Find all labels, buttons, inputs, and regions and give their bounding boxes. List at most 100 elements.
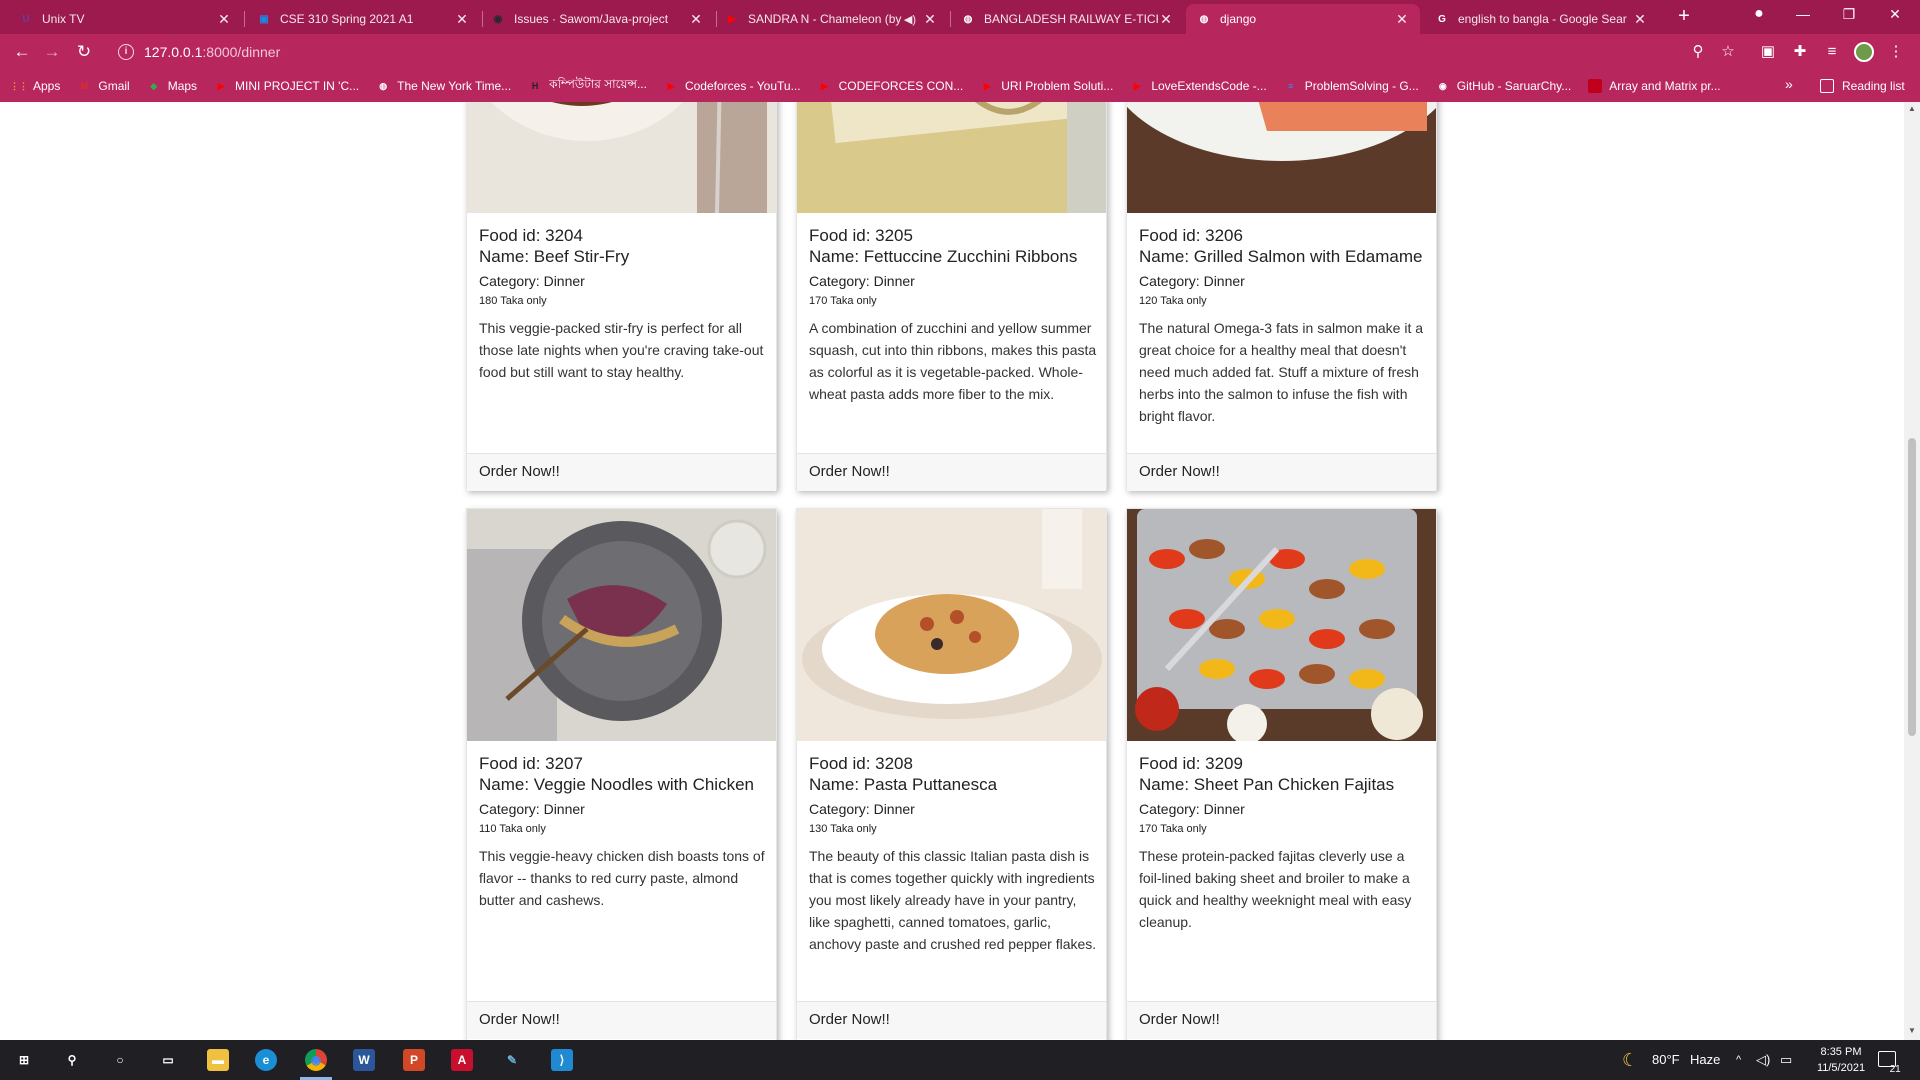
minimize-button[interactable]: — [1780, 0, 1826, 30]
tab-3[interactable]: ◉ Issues · Sawom/Java-project ✕ [480, 4, 714, 34]
bookmark-label: CODEFORCES CON... [838, 79, 964, 93]
close-tab-icon[interactable]: ✕ [216, 11, 232, 28]
taskbar-windows-start-button[interactable]: ⊞ [0, 1040, 48, 1080]
bookmark-label: Codeforces - YouTu... [684, 79, 801, 93]
bookmark-item[interactable]: Array and Matrix pr... [1588, 79, 1721, 93]
reload-button[interactable]: ↻ [72, 40, 96, 64]
url-text[interactable]: 127.0.0.1:8000/dinner [144, 44, 280, 60]
extensions-puzzle-icon[interactable]: ✚ [1788, 40, 1812, 64]
close-tab-icon[interactable]: ✕ [688, 11, 704, 28]
food-id: Food id: 3204 [479, 226, 583, 245]
weather-description[interactable]: Haze [1690, 1040, 1720, 1080]
food-id: Food id: 3207 [479, 754, 583, 773]
bookmark-item[interactable]: ▶ Codeforces - YouTu... [664, 79, 801, 93]
order-now-button[interactable]: Order Now!! [1127, 453, 1436, 491]
bookmark-label: Apps [33, 79, 61, 93]
forward-button[interactable]: → [40, 40, 64, 64]
bookmark-item[interactable]: ◍ The New York Time... [376, 79, 511, 93]
notification-count: 21 [1889, 1064, 1901, 1075]
bookmark-site-icon: H [531, 81, 539, 91]
scroll-up-arrow-icon[interactable]: ▲ [1907, 104, 1917, 113]
bookmark-item[interactable]: ≡ ProblemSolving - G... [1284, 79, 1419, 93]
bookmark-item[interactable]: ◉ GitHub - SaruarChy... [1436, 79, 1571, 93]
order-now-button[interactable]: Order Now!! [797, 1001, 1106, 1039]
bookmark-item[interactable]: ▶ CODEFORCES CON... [818, 79, 964, 93]
tab-6[interactable]: ◍ django ✕ [1186, 4, 1420, 34]
close-tab-icon[interactable]: ✕ [1632, 11, 1648, 28]
taskbar-cortana-button[interactable]: ○ [96, 1040, 144, 1080]
bookmark-item[interactable]: ▶ URI Problem Soluti... [980, 79, 1114, 93]
order-now-button[interactable]: Order Now!! [1127, 1001, 1436, 1039]
close-tab-icon[interactable]: ✕ [454, 11, 470, 28]
browser-tab-strip: U Unix TV ✕ ▣ CSE 310 Spring 2021 A1 ✕ ◉ Issues… [0, 0, 1920, 34]
bookmark-item[interactable]: ◆ Maps [147, 79, 197, 93]
globe-favicon: ◍ [1199, 13, 1209, 25]
food-category: Category: Dinner [809, 273, 915, 289]
youtube-icon: ▶ [821, 80, 829, 91]
site-info-icon[interactable]: i [118, 44, 134, 60]
taskbar-task-view-button[interactable]: ▭ [144, 1040, 192, 1080]
food-description: The beauty of this classic Italian pasta… [809, 848, 1097, 952]
taskbar-notepad-button[interactable]: ✎ [488, 1040, 536, 1080]
food-card-body: Food id: 3204 Name: Beef Stir-Fry Category… [479, 225, 769, 383]
network-icon[interactable]: ▭ [1780, 1040, 1792, 1080]
scrollbar-thumb[interactable] [1908, 438, 1916, 736]
bookmark-item[interactable]: M Gmail [77, 79, 130, 93]
food-card: Food id: 3206 Name: Grilled Salmon with E… [1126, 102, 1437, 491]
scroll-down-arrow-icon[interactable]: ▼ [1907, 1026, 1917, 1035]
chrome-profile-icon[interactable]: ● [1736, 0, 1782, 30]
profile-avatar[interactable] [1852, 40, 1876, 64]
taskbar-search-button[interactable]: ⚲ [48, 1040, 96, 1080]
close-tab-icon[interactable]: ✕ [1158, 11, 1174, 28]
bookmarks-bar: ⋮⋮ Apps M Gmail ◆ Maps ▶ MINI PROJECT IN 'C... ◍… [0, 70, 1920, 102]
system-clock[interactable]: 8:35 PM 11/5/2021 [1796, 1044, 1886, 1076]
reading-list-button[interactable]: Reading list [1820, 70, 1905, 102]
taskbar-acrobat-button[interactable]: A [438, 1040, 486, 1080]
back-button[interactable]: ← [10, 40, 34, 64]
restore-button[interactable]: ❐ [1826, 0, 1872, 30]
bookmark-item[interactable]: ▶ MINI PROJECT IN 'C... [214, 79, 360, 93]
tab-2[interactable]: ▣ CSE 310 Spring 2021 A1 ✕ [246, 4, 480, 34]
food-price: 110 Taka only [479, 823, 546, 835]
task-view-icon: ▭ [162, 1053, 174, 1067]
bookmark-item[interactable]: ▶ LoveExtendsCode -... [1130, 79, 1267, 93]
food-card: Food id: 3204 Name: Beef Stir-Fry Category… [466, 102, 777, 491]
taskbar-powerpoint-button[interactable]: P [390, 1040, 438, 1080]
veggie-noodles-photo [467, 509, 776, 741]
tab-audio-icon[interactable]: ◀) [904, 13, 916, 26]
tab-4[interactable]: ▶ SANDRA N - Chameleon (by ◀) ✕ [714, 4, 948, 34]
food-id: Food id: 3208 [809, 754, 913, 773]
address-bar[interactable]: i 127.0.0.1:8000/dinner [110, 38, 1750, 66]
notification-center-icon[interactable]: 21 [1878, 1040, 1911, 1080]
close-window-button[interactable]: ✕ [1872, 0, 1918, 30]
taskbar-vscode-button[interactable]: ⟩ [538, 1040, 586, 1080]
zoom-search-icon[interactable]: ⚲ [1686, 40, 1710, 64]
weather-icon[interactable]: ☾ [1622, 1040, 1638, 1080]
food-card: Food id: 3205 Name: Fettuccine Zucchini R… [796, 102, 1107, 491]
bookmarks-overflow-icon[interactable]: » [1785, 76, 1793, 92]
close-tab-icon[interactable]: ✕ [922, 11, 938, 28]
bookmark-item[interactable]: H কম্পিউটার সায়েন্স... [528, 76, 647, 96]
tab-1[interactable]: U Unix TV ✕ [8, 4, 242, 34]
tab-5[interactable]: ◍ BANGLADESH RAILWAY E-TICKE ✕ [950, 4, 1184, 34]
tray-chevron-icon[interactable]: ^ [1736, 1040, 1741, 1080]
bookmark-star-icon[interactable]: ☆ [1716, 40, 1740, 64]
taskbar-chrome-button[interactable]: ◉ [292, 1040, 340, 1080]
media-control-icon[interactable]: ≡ [1820, 40, 1844, 64]
order-now-button[interactable]: Order Now!! [797, 453, 1106, 491]
order-now-button[interactable]: Order Now!! [467, 1001, 776, 1039]
bookmark-item[interactable]: ⋮⋮ Apps [10, 79, 61, 93]
page-scrollbar[interactable]: ▲ ▼ [1904, 102, 1920, 1040]
chrome-menu-icon[interactable]: ⋮ [1884, 40, 1908, 64]
weather-temperature[interactable]: 80°F [1652, 1040, 1680, 1080]
taskbar-file-explorer-button[interactable]: ▬ [194, 1040, 242, 1080]
taskbar-edge-button[interactable]: e [242, 1040, 290, 1080]
close-tab-icon[interactable]: ✕ [1394, 11, 1410, 28]
chrome-icon: ◉ [305, 1049, 327, 1071]
taskbar-word-button[interactable]: W [340, 1040, 388, 1080]
extension-icon[interactable]: ▣ [1756, 40, 1780, 64]
tab-7[interactable]: Genglish to bangla - Google Sear ✕ [1424, 4, 1658, 34]
new-tab-button[interactable]: + [1670, 5, 1698, 29]
order-now-button[interactable]: Order Now!! [467, 453, 776, 491]
speaker-icon[interactable]: ◁) [1756, 1040, 1770, 1080]
